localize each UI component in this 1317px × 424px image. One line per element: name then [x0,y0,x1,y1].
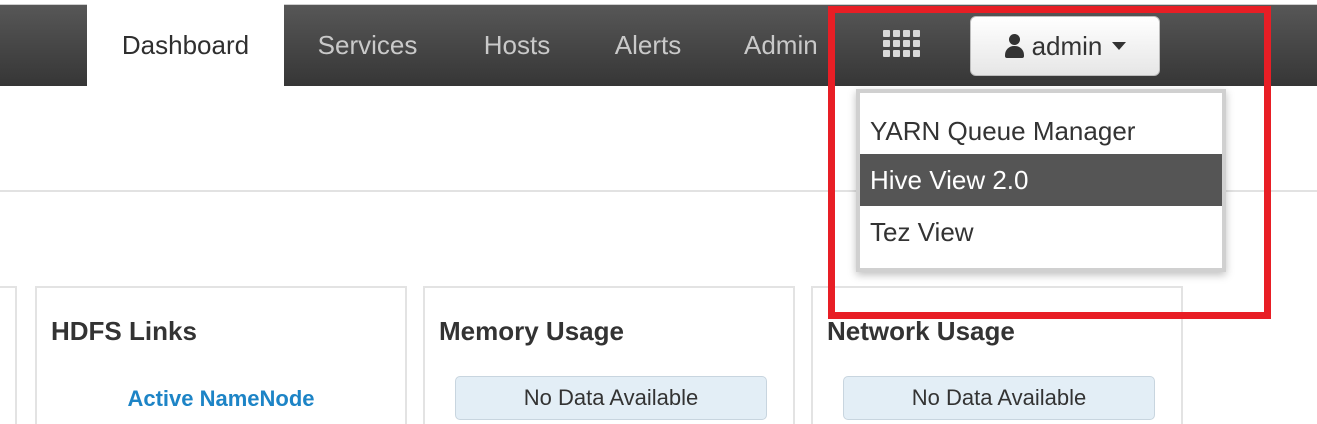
views-dropdown-menu: YARN Queue Manager Hive View 2.0 Tez Vie… [856,89,1226,272]
tab-dashboard[interactable]: Dashboard [87,4,284,86]
views-grid-icon[interactable] [883,30,921,58]
widget-panel-partial [0,286,17,424]
widget-title: HDFS Links [51,316,197,346]
widget-memory-usage: Memory Usage No Data Available [423,286,795,424]
user-icon [1004,34,1024,58]
user-name-label: admin [1031,30,1103,61]
tab-admin[interactable]: Admin [728,4,838,86]
tab-alerts[interactable]: Alerts [593,4,703,86]
widget-title: Network Usage [827,316,1015,346]
menu-item-tez-view[interactable]: Tez View [860,206,1222,258]
user-menu-button[interactable]: admin [970,16,1160,76]
active-namenode-link[interactable]: Active NameNode [37,386,405,412]
tab-hosts[interactable]: Hosts [462,4,572,86]
widget-title: Memory Usage [439,316,624,346]
caret-down-icon [1112,42,1127,50]
widget-hdfs-links: HDFS Links Active NameNode [35,286,407,424]
widget-network-usage: Network Usage No Data Available [811,286,1183,424]
no-data-badge: No Data Available [843,376,1155,420]
tab-services[interactable]: Services [290,4,445,86]
no-data-badge: No Data Available [455,376,767,420]
ambari-dashboard: Dashboard Services Hosts Alerts Admin ad… [0,0,1317,424]
menu-item-hive-view[interactable]: Hive View 2.0 [860,154,1222,206]
menu-item-yarn-queue-manager[interactable]: YARN Queue Manager [860,105,1222,157]
